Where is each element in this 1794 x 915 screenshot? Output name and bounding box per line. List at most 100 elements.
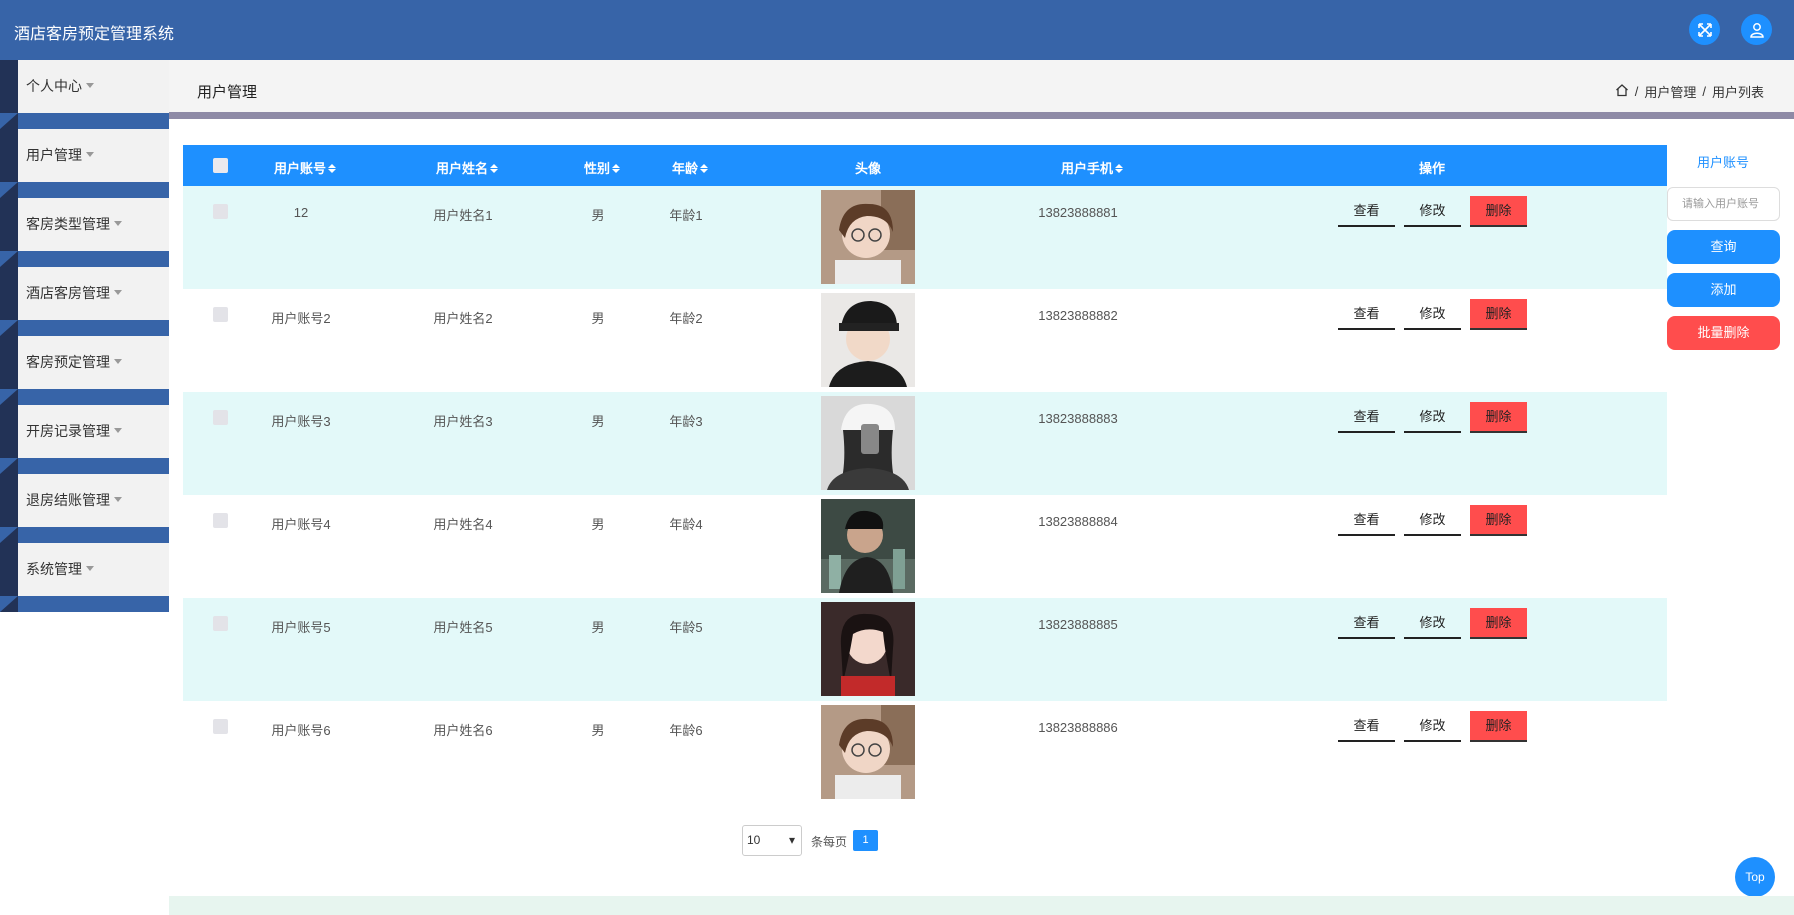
edit-button[interactable]: 修改 — [1404, 402, 1461, 433]
cell-phone: 13823888881 — [1038, 205, 1118, 220]
column-header-age[interactable]: 年龄 — [666, 158, 708, 177]
delete-button[interactable]: 删除 — [1470, 608, 1527, 639]
footer — [169, 896, 1794, 915]
column-header-name[interactable]: 用户姓名 — [428, 158, 498, 177]
avatar — [821, 396, 915, 490]
row-checkbox[interactable] — [213, 616, 228, 631]
view-button[interactable]: 查看 — [1338, 299, 1395, 330]
cell-account: 用户账号2 — [271, 311, 331, 326]
sidebar-item-user-management[interactable]: 用户管理 — [0, 129, 169, 198]
avatar — [821, 705, 915, 799]
avatar — [821, 602, 915, 696]
row-checkbox[interactable] — [213, 410, 228, 425]
page-number[interactable]: 1 — [853, 830, 878, 851]
row-checkbox[interactable] — [213, 513, 228, 528]
sidebar-item-room-booking[interactable]: 客房预定管理 — [0, 336, 169, 405]
cell-gender: 男 — [591, 723, 605, 738]
caret-down-icon — [86, 82, 94, 88]
edit-button[interactable]: 修改 — [1404, 299, 1461, 330]
edit-button[interactable]: 修改 — [1404, 608, 1461, 639]
row-checkbox[interactable] — [213, 204, 228, 219]
cell-age: 年龄6 — [669, 723, 703, 738]
back-to-top-button[interactable]: Top — [1735, 857, 1775, 897]
sidebar-item-label: 客房类型管理 — [26, 216, 110, 232]
select-all-checkbox[interactable] — [213, 158, 228, 173]
cell-name: 用户姓名2 — [433, 311, 493, 326]
sidebar-item-hotel-rooms[interactable]: 酒店客房管理 — [0, 267, 169, 336]
sidebar: 个人中心 用户管理 客房类型管理 酒店客房管理 客房预定管理 开房记录管理 退房… — [0, 60, 169, 615]
view-button[interactable]: 查看 — [1338, 402, 1395, 433]
caret-down-icon — [114, 427, 122, 433]
column-header-account[interactable]: 用户账号 — [271, 158, 336, 177]
caret-down-icon — [114, 358, 122, 364]
column-header-avatar: 头像 — [854, 161, 881, 176]
view-button[interactable]: 查看 — [1338, 505, 1395, 536]
cell-account: 12 — [293, 205, 309, 220]
table-row: 用户账号4 用户姓名4 男 年龄4 13823888884 查看 修改 删除 — [183, 495, 1667, 598]
edit-button[interactable]: 修改 — [1404, 711, 1461, 742]
user-icon[interactable] — [1741, 14, 1772, 45]
cell-age: 年龄5 — [669, 620, 703, 635]
delete-button[interactable]: 删除 — [1470, 299, 1527, 330]
per-page-label: 条每页 — [811, 835, 848, 849]
home-icon[interactable] — [1615, 83, 1629, 100]
column-header-actions: 操作 — [1418, 161, 1445, 176]
cell-age: 年龄2 — [669, 311, 703, 326]
cell-phone: 13823888885 — [1038, 617, 1118, 632]
edit-button[interactable]: 修改 — [1404, 505, 1461, 536]
cell-gender: 男 — [591, 620, 605, 635]
search-input[interactable]: 请输入用户账号 — [1667, 187, 1780, 221]
breadcrumb-item[interactable]: 用户管理 — [1644, 82, 1696, 101]
caret-down-icon — [114, 289, 122, 295]
caret-down-icon — [86, 565, 94, 571]
avatar — [821, 190, 915, 284]
breadcrumb-bar: 用户管理 / 用户管理 / 用户列表 — [169, 60, 1794, 112]
delete-button[interactable]: 删除 — [1470, 711, 1527, 742]
cell-gender: 男 — [591, 311, 605, 326]
cell-name: 用户姓名5 — [433, 620, 493, 635]
user-table: 用户账号 用户姓名 性别 年龄 头像 用户手机 操作 12 用户姓名1 男 年龄… — [183, 145, 1667, 804]
search-label: 用户账号 — [1697, 155, 1750, 170]
column-header-gender[interactable]: 性别 — [578, 158, 620, 177]
batch-delete-button[interactable]: 批量删除 — [1667, 316, 1780, 350]
top-header: 酒店客房预定管理系统 — [0, 0, 1794, 60]
cell-account: 用户账号3 — [271, 414, 331, 429]
table-row: 用户账号3 用户姓名3 男 年龄3 13823888883 查看 修改 删除 — [183, 392, 1667, 495]
page-size-select[interactable]: 10 ▾ — [742, 825, 802, 856]
sidebar-item-room-type[interactable]: 客房类型管理 — [0, 198, 169, 267]
view-button[interactable]: 查看 — [1338, 711, 1395, 742]
cell-account: 用户账号4 — [271, 517, 331, 532]
row-checkbox[interactable] — [213, 719, 228, 734]
cell-phone: 13823888886 — [1038, 720, 1118, 735]
sidebar-item-checkout[interactable]: 退房结账管理 — [0, 474, 169, 543]
sidebar-item-label: 用户管理 — [26, 147, 82, 163]
cell-age: 年龄3 — [669, 414, 703, 429]
delete-button[interactable]: 删除 — [1470, 196, 1527, 227]
table-row: 用户账号6 用户姓名6 男 年龄6 13823888886 查看 修改 删除 — [183, 701, 1667, 804]
delete-button[interactable]: 删除 — [1470, 402, 1527, 433]
breadcrumb: / 用户管理 / 用户列表 — [1615, 82, 1764, 101]
sidebar-item-label: 开房记录管理 — [26, 423, 110, 439]
add-button[interactable]: 添加 — [1667, 273, 1780, 307]
delete-button[interactable]: 删除 — [1470, 505, 1527, 536]
sidebar-item-checkin-records[interactable]: 开房记录管理 — [0, 405, 169, 474]
app-title: 酒店客房预定管理系统 — [14, 26, 175, 43]
avatar — [821, 293, 915, 387]
edit-button[interactable]: 修改 — [1404, 196, 1461, 227]
breadcrumb-item: 用户列表 — [1711, 85, 1764, 100]
sidebar-item-system[interactable]: 系统管理 — [0, 543, 169, 612]
cell-name: 用户姓名3 — [433, 414, 493, 429]
view-button[interactable]: 查看 — [1338, 196, 1395, 227]
fullscreen-icon[interactable] — [1689, 14, 1720, 45]
sidebar-item-label: 个人中心 — [26, 78, 82, 94]
table-row: 12 用户姓名1 男 年龄1 13823888881 查看 修改 删除 — [183, 186, 1667, 289]
sidebar-item-personal-center[interactable]: 个人中心 — [0, 60, 169, 129]
view-button[interactable]: 查看 — [1338, 608, 1395, 639]
cell-account: 用户账号6 — [271, 723, 331, 738]
cell-gender: 男 — [591, 414, 605, 429]
page-title: 用户管理 — [197, 84, 258, 101]
query-button[interactable]: 查询 — [1667, 230, 1780, 264]
cell-age: 年龄4 — [669, 517, 703, 532]
row-checkbox[interactable] — [213, 307, 228, 322]
column-header-phone[interactable]: 用户手机 — [1053, 158, 1123, 177]
